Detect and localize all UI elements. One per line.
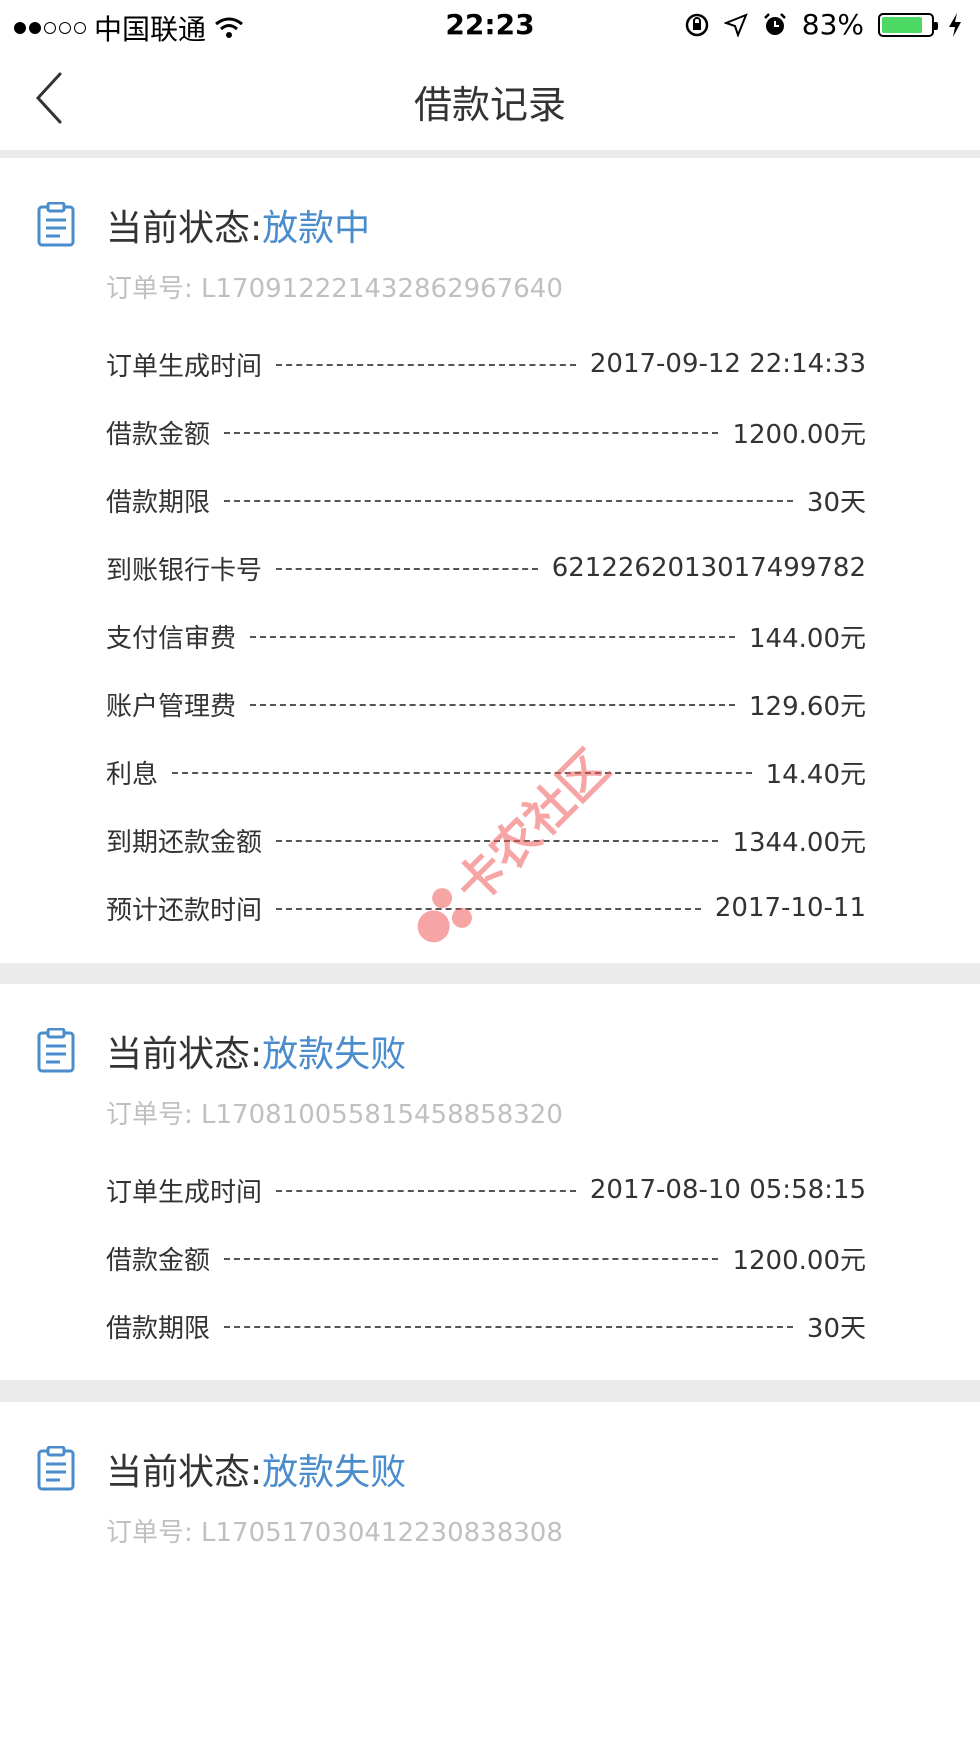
detail-label: 账户管理费 — [106, 691, 237, 722]
order-number: 订单号: L170912221432862967640 — [106, 274, 563, 304]
record-detail-row: 支付信审费 144.00元 — [106, 616, 866, 656]
charging-bolt-icon — [949, 12, 961, 37]
clipboard-icon — [37, 1446, 75, 1491]
status-bar-right: 83% — [684, 8, 962, 41]
record-detail-row: 借款金额 1200.00元 — [106, 412, 866, 452]
detail-value: 14.40元 — [765, 759, 866, 790]
dashed-leader — [276, 1190, 576, 1192]
page-title: 借款记录 — [413, 83, 566, 127]
detail-value: 6212262013017499782 — [551, 553, 866, 583]
dashed-leader — [276, 364, 576, 366]
detail-value: 30天 — [806, 487, 866, 518]
dashed-leader — [276, 908, 701, 910]
detail-label: 借款期限 — [106, 1313, 211, 1344]
dashed-leader — [276, 568, 538, 570]
detail-value: 1200.00元 — [732, 419, 866, 450]
record-detail-row: 借款金额 1200.00元 — [106, 1238, 866, 1278]
record-status-header: 当前状态: 放款失败 — [36, 1444, 406, 1494]
detail-value: 2017-10-11 — [714, 893, 866, 923]
record-detail-row: 借款期限 30天 — [106, 1306, 866, 1346]
detail-label: 订单生成时间 — [106, 351, 263, 382]
detail-value: 1200.00元 — [732, 1245, 866, 1276]
record-detail-row: 借款期限 30天 — [106, 480, 866, 520]
detail-label: 到期还款金额 — [106, 827, 263, 858]
detail-label: 支付信审费 — [106, 623, 237, 654]
clipboard-icon — [37, 1028, 75, 1073]
detail-label: 利息 — [106, 759, 159, 790]
record-detail-row: 预计还款时间 2017-10-11 — [106, 888, 866, 928]
detail-value: 2017-09-12 22:14:33 — [589, 349, 866, 379]
alarm-clock-icon — [763, 12, 786, 35]
status-value: 放款中 — [262, 208, 371, 249]
rotation-lock-icon — [685, 13, 709, 36]
clipboard-icon — [37, 202, 75, 247]
battery-icon — [878, 12, 938, 37]
detail-label: 借款金额 — [106, 1245, 211, 1276]
status-label: 当前状态: — [106, 1452, 263, 1493]
record-detail-row: 订单生成时间 2017-08-10 05:58:15 — [106, 1170, 866, 1210]
loan-record-card: 当前状态: 放款失败订单号: L170517030412230838308 — [0, 1402, 980, 1743]
battery-percentage: 83% — [801, 8, 864, 41]
record-detail-row: 利息 14.40元 — [106, 752, 866, 792]
dashed-leader — [224, 1258, 719, 1260]
detail-label: 借款金额 — [106, 419, 211, 450]
status-label: 当前状态: — [106, 208, 263, 249]
record-status-header: 当前状态: 放款中 — [36, 200, 370, 250]
dashed-leader — [224, 1326, 793, 1328]
detail-label: 到账银行卡号 — [106, 555, 263, 586]
order-number: 订单号: L170810055815458858320 — [106, 1100, 563, 1130]
record-detail-row: 到期还款金额 1344.00元 — [106, 820, 866, 860]
detail-label: 订单生成时间 — [106, 1177, 263, 1208]
record-detail-row: 订单生成时间 2017-09-12 22:14:33 — [106, 344, 866, 384]
dashed-leader — [224, 500, 793, 502]
loan-record-card: 当前状态: 放款失败订单号: L170810055815458858320 订单生… — [0, 984, 980, 1380]
location-arrow-icon — [723, 12, 748, 37]
detail-value: 144.00元 — [749, 623, 866, 654]
status-value: 放款失败 — [262, 1034, 407, 1075]
battery-fill — [882, 16, 922, 33]
dashed-leader — [276, 840, 719, 842]
detail-label: 预计还款时间 — [106, 895, 263, 926]
record-detail-row: 账户管理费 129.60元 — [106, 684, 866, 724]
dashed-leader — [172, 772, 752, 774]
record-status-header: 当前状态: 放款失败 — [36, 1026, 406, 1076]
status-label: 当前状态: — [106, 1034, 263, 1075]
status-value: 放款失败 — [262, 1452, 407, 1493]
navigation-bar: 借款记录 — [0, 50, 980, 150]
detail-label: 借款期限 — [106, 487, 211, 518]
dashed-leader — [250, 636, 736, 638]
dashed-leader — [250, 704, 736, 706]
detail-value: 129.60元 — [749, 691, 866, 722]
loan-record-card: 当前状态: 放款中订单号: L170912221432862967640 订单生成… — [0, 158, 980, 963]
dashed-leader — [224, 432, 719, 434]
detail-value: 2017-08-10 05:58:15 — [589, 1175, 866, 1205]
detail-value: 30天 — [806, 1313, 866, 1344]
detail-value: 1344.00元 — [732, 827, 866, 858]
order-number: 订单号: L170517030412230838308 — [106, 1518, 563, 1548]
status-bar: 中国联通 22:23 83% — [0, 0, 980, 50]
record-detail-row: 到账银行卡号 6212262013017499782 — [106, 548, 866, 588]
